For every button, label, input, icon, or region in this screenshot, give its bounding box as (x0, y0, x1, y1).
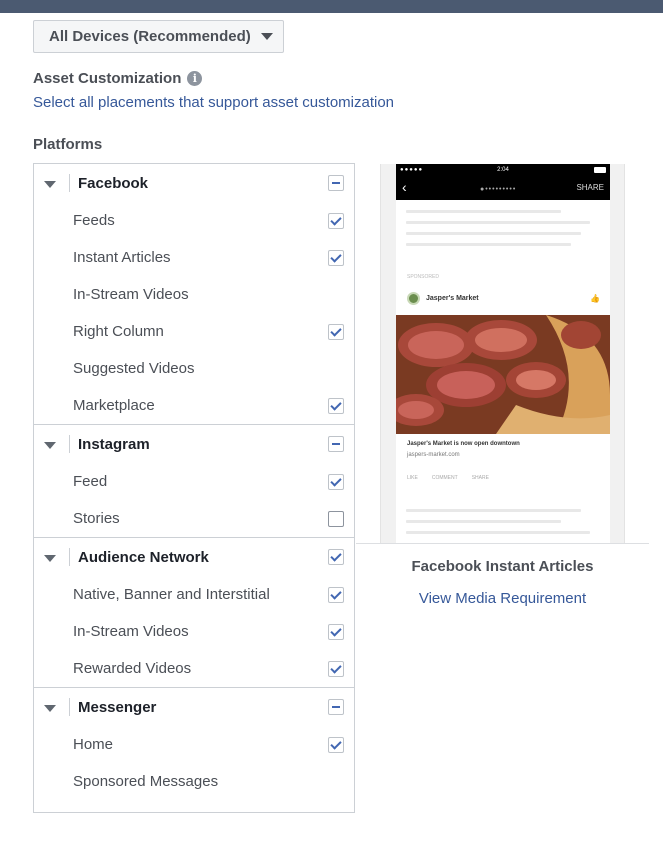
ad-header: Jasper's Market (407, 292, 479, 305)
collapse-triangle-icon[interactable] (44, 181, 56, 188)
phone-status-bar: ●●●●● 2:04 (396, 164, 610, 176)
device-dropdown[interactable]: All Devices (Recommended) (33, 20, 284, 53)
signal-icon: ●●●●● (400, 167, 424, 173)
article-nav-bar: ‹ ●••••••••• SHARE (396, 176, 610, 200)
ad-caption: Jasper's Market is now open downtown (407, 441, 520, 447)
platform-group-instagram: Instagram Feed Stories (34, 425, 354, 538)
info-icon[interactable]: i (187, 71, 203, 86)
placement-checkbox[interactable] (328, 397, 344, 414)
placement-preview: ●●●●● 2:04 ‹ ●••••••••• SHARE SPONSORED … (356, 164, 649, 544)
placement-label: Sponsored Messages (73, 773, 219, 790)
placement-label: Native, Banner and Interstitial (73, 586, 270, 603)
fig-tart-image (396, 315, 610, 434)
placement-row[interactable]: In-Stream Videos (34, 613, 354, 650)
placement-label: Stories (73, 510, 120, 527)
phone-time: 2:04 (497, 167, 509, 173)
group-header-audience-network[interactable]: Audience Network (34, 538, 354, 576)
advertiser-name: Jasper's Market (426, 295, 479, 302)
device-dropdown-label: All Devices (Recommended) (49, 28, 251, 45)
like-thumb-icon: 👍 (590, 294, 600, 303)
placement-checkbox[interactable] (328, 736, 344, 753)
placement-row[interactable]: Rewarded Videos (34, 650, 354, 687)
placement-checkbox[interactable] (328, 586, 344, 603)
group-name: Instagram (78, 435, 150, 453)
group-checkbox-instagram[interactable] (328, 436, 344, 452)
platforms-list: Facebook Feeds Instant Articles In-Strea… (33, 163, 355, 813)
placement-checkbox[interactable] (328, 323, 344, 340)
share-action: SHARE (471, 475, 489, 481)
divider (69, 435, 70, 453)
placement-checkbox[interactable] (328, 623, 344, 640)
platform-group-messenger: Messenger Home Sponsored Messages (34, 688, 354, 800)
group-name: Facebook (78, 174, 149, 192)
placement-checkbox[interactable] (328, 660, 344, 677)
like-action: LIKE (407, 475, 418, 481)
placement-label: In-Stream Videos (73, 286, 189, 303)
phone-share-label: SHARE (576, 183, 604, 192)
group-header-facebook[interactable]: Facebook (34, 164, 354, 202)
phone-mockup: ●●●●● 2:04 ‹ ●••••••••• SHARE SPONSORED … (380, 164, 625, 543)
back-chevron-icon: ‹ (402, 179, 407, 195)
group-name: Audience Network (78, 548, 209, 566)
placement-label: Suggested Videos (73, 360, 195, 377)
comment-action: COMMENT (431, 475, 458, 481)
placement-checkbox[interactable] (328, 510, 344, 527)
placement-row[interactable]: Stories (34, 500, 354, 537)
placement-label: Marketplace (73, 397, 155, 414)
sponsored-label: SPONSORED (407, 274, 439, 280)
asset-customization-title: Asset Customization (33, 70, 182, 87)
placement-label: Feed (73, 473, 108, 490)
placement-checkbox[interactable] (328, 212, 344, 229)
placement-label: Right Column (73, 323, 164, 340)
caret-down-icon (260, 33, 273, 40)
group-header-messenger[interactable]: Messenger (34, 688, 354, 726)
placement-row[interactable]: Native, Banner and Interstitial (34, 576, 354, 613)
collapse-triangle-icon[interactable] (44, 555, 56, 562)
placement-checkbox[interactable] (328, 473, 344, 490)
placement-row[interactable]: Sponsored Messages (34, 763, 354, 800)
platform-group-facebook: Facebook Feeds Instant Articles In-Strea… (34, 164, 354, 425)
placement-row[interactable]: Feeds (34, 202, 354, 239)
platforms-heading: Platforms (33, 136, 103, 153)
asset-customization-heading: Asset Customization i (33, 70, 203, 87)
group-checkbox-messenger[interactable] (328, 699, 344, 715)
select-all-placements-link[interactable]: Select all placements that support asset… (33, 94, 394, 111)
ad-image (396, 315, 610, 434)
placement-checkbox[interactable] (328, 249, 344, 266)
placement-label: Instant Articles (73, 249, 171, 266)
ad-domain: jaspers-market.com (407, 452, 460, 458)
placement-label: In-Stream Videos (73, 623, 189, 640)
phone-screen: ●●●●● 2:04 ‹ ●••••••••• SHARE SPONSORED … (396, 164, 610, 543)
group-checkbox-facebook[interactable] (328, 175, 344, 191)
divider (69, 548, 70, 566)
group-checkbox-audience-network[interactable] (328, 549, 344, 565)
divider (69, 174, 70, 192)
platform-group-audience-network: Audience Network Native, Banner and Inte… (34, 538, 354, 688)
preview-title: Facebook Instant Articles (411, 558, 594, 575)
placement-row[interactable]: Suggested Videos (34, 350, 354, 387)
placement-label: Feeds (73, 212, 115, 229)
collapse-triangle-icon[interactable] (44, 705, 56, 712)
placement-label: Home (73, 736, 114, 753)
article-text-placeholder (396, 200, 610, 246)
ad-actions: LIKE COMMENT SHARE (407, 475, 489, 481)
group-header-instagram[interactable]: Instagram (34, 425, 354, 463)
placement-row[interactable]: In-Stream Videos (34, 276, 354, 313)
divider (69, 698, 70, 716)
placement-row[interactable]: Home (34, 726, 354, 763)
placement-row[interactable]: Feed (34, 463, 354, 500)
placement-row[interactable]: Instant Articles (34, 239, 354, 276)
page-dots-icon: ●••••••••• (480, 186, 517, 193)
group-name: Messenger (78, 698, 157, 716)
placement-label: Rewarded Videos (73, 660, 192, 677)
battery-icon (594, 167, 606, 173)
advertiser-logo-icon (407, 292, 420, 305)
placement-row[interactable]: Marketplace (34, 387, 354, 424)
article-text-placeholder-bottom (406, 509, 600, 542)
view-media-requirement-link[interactable]: View Media Requirement (356, 590, 649, 607)
top-bar (0, 0, 663, 13)
collapse-triangle-icon[interactable] (44, 442, 56, 449)
placement-row[interactable]: Right Column (34, 313, 354, 350)
